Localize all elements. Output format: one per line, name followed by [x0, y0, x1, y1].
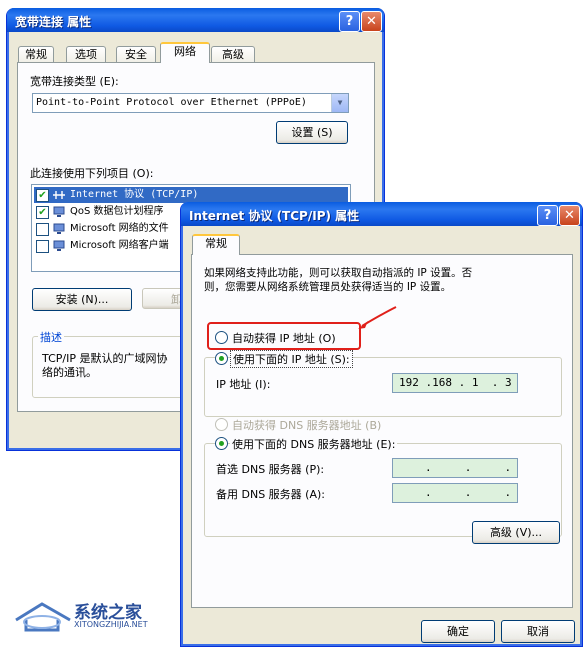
tab-general[interactable]: 常规 — [192, 234, 240, 255]
dialog2-title: Internet 协议 (TCP/IP) 属性 — [189, 209, 360, 223]
manual-dns-radio[interactable] — [215, 437, 228, 450]
tab-options[interactable]: 选项 — [66, 46, 106, 63]
item-label-client: Microsoft 网络客户端 — [70, 240, 169, 251]
house-logo-icon — [15, 602, 71, 632]
annotation-arrow — [358, 306, 397, 329]
watermark-url: XITONGZHIJIA.NET — [74, 620, 148, 629]
alternate-dns-label: 备用 DNS 服务器 (A): — [216, 488, 325, 501]
network-client-icon — [53, 240, 65, 251]
dialog2-titlebar[interactable]: Internet 协议 (TCP/IP) 属性 ? ✕ — [181, 202, 582, 226]
intro-line1: 如果网络支持此功能，则可以获取自动指派的 IP 设置。否 — [204, 267, 473, 279]
intro-line2: 则，您需要从网络系统管理员处获得适当的 IP 设置。 — [204, 281, 452, 293]
ip-address-field[interactable]: 192 .168 . 1 . 3 — [392, 373, 518, 393]
description-text-line2: 络的通讯。 — [42, 366, 97, 379]
ip-address-value: 192 .168 . 1 . 3 — [399, 376, 512, 389]
checkbox-qos[interactable]: ✔ — [36, 206, 49, 219]
auto-dns-radio[interactable] — [215, 418, 228, 431]
manual-dns-label: 使用下面的 DNS 服务器地址 (E): — [230, 436, 398, 452]
chevron-down-icon[interactable]: ▼ — [331, 94, 348, 112]
auto-dns-label: 自动获得 DNS 服务器地址 (B) — [232, 419, 382, 432]
description-title: 描述 — [38, 329, 64, 345]
tab-network[interactable]: 网络 — [160, 42, 210, 63]
item-label-qos: QoS 数据包计划程序 — [70, 206, 164, 217]
cancel-button[interactable]: 取消 — [501, 620, 575, 643]
ok-button[interactable]: 确定 — [421, 620, 495, 643]
preferred-dns-label: 首选 DNS 服务器 (P): — [216, 463, 325, 476]
preferred-dns-dots: . . . — [425, 461, 512, 474]
manual-ip-radio[interactable] — [215, 352, 228, 365]
checkbox-tcpip[interactable]: ✔ — [36, 189, 49, 202]
connection-type-value: Point-to-Point Protocol over Ethernet (P… — [36, 97, 307, 108]
connection-type-select[interactable]: Point-to-Point Protocol over Ethernet (P… — [32, 93, 349, 113]
tcpip-properties-dialog: Internet 协议 (TCP/IP) 属性 ? ✕ 常规 如果网络支持此功能… — [180, 202, 583, 647]
alternate-dns-dots: . . . — [425, 486, 512, 499]
network-service-icon — [53, 223, 65, 234]
item-label-file-sharing: Microsoft 网络的文件 — [70, 223, 169, 234]
manual-ip-label: 使用下面的 IP 地址 (S): — [230, 350, 353, 368]
ip-address-label: IP 地址 (I): — [216, 378, 271, 391]
connection-type-label: 宽带连接类型 (E): — [30, 75, 119, 88]
item-label-tcpip: Internet 协议 (TCP/IP) — [70, 189, 199, 200]
dialog1-title: 宽带连接 属性 — [15, 15, 92, 29]
tab-advanced[interactable]: 高级 — [211, 46, 255, 63]
close-icon[interactable]: ✕ — [361, 11, 382, 32]
install-button[interactable]: 安装 (N)... — [32, 288, 132, 311]
settings-button[interactable]: 设置 (S) — [276, 121, 348, 144]
tab-security[interactable]: 安全 — [116, 46, 156, 63]
checkbox-file-sharing[interactable] — [36, 223, 49, 236]
tab-general[interactable]: 常规 — [18, 46, 54, 63]
help-icon[interactable]: ? — [339, 11, 360, 32]
close-icon[interactable]: ✕ — [559, 205, 580, 226]
dialog1-titlebar[interactable]: 宽带连接 属性 ? ✕ — [7, 8, 384, 32]
network-protocol-icon — [53, 191, 65, 199]
alternate-dns-field[interactable]: . . . — [392, 483, 518, 503]
list-item-tcpip[interactable]: ✔ Internet 协议 (TCP/IP) — [34, 187, 348, 203]
watermark: 系统之家 XITONGZHIJIA.NET — [14, 596, 184, 636]
checkbox-client[interactable] — [36, 240, 49, 253]
auto-ip-highlight — [207, 322, 361, 350]
items-label: 此连接使用下列项目 (O): — [30, 167, 154, 180]
advanced-button[interactable]: 高级 (V)... — [472, 521, 560, 544]
help-icon[interactable]: ? — [537, 205, 558, 226]
preferred-dns-field[interactable]: . . . — [392, 458, 518, 478]
network-service-icon — [53, 206, 65, 217]
